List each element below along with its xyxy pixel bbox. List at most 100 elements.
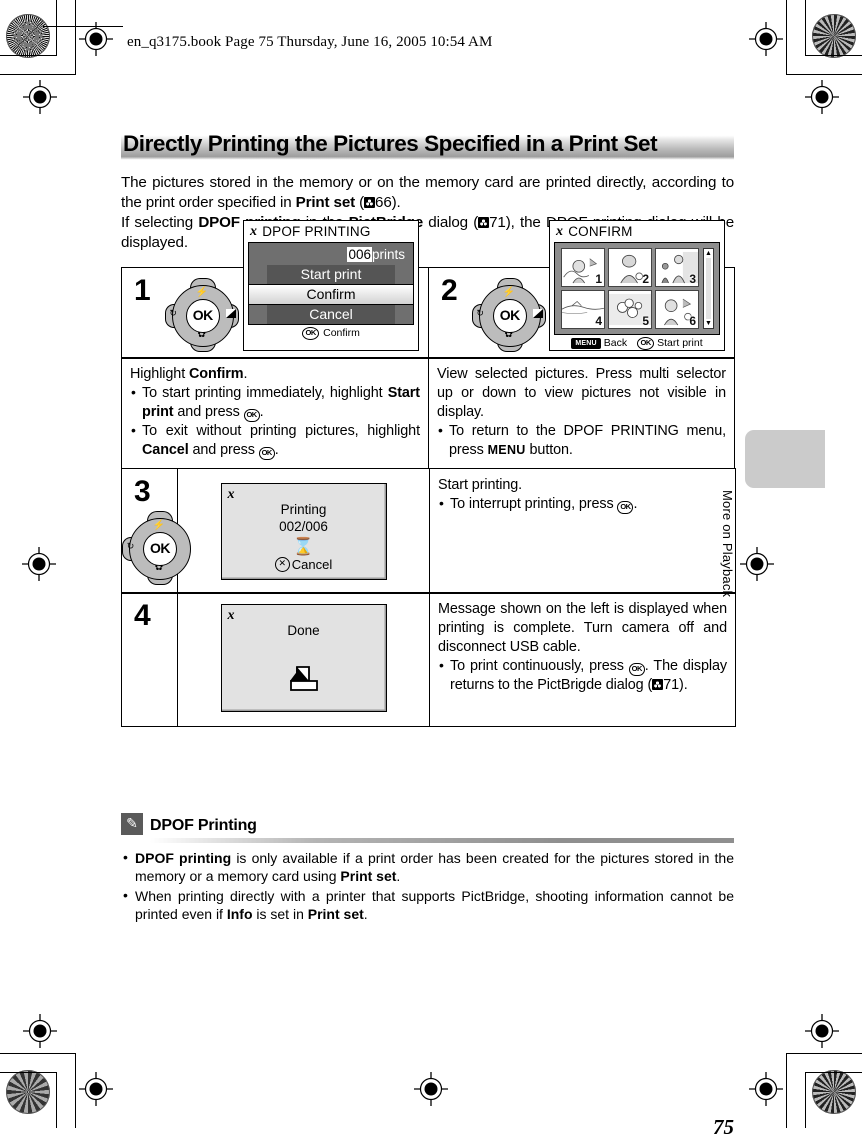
step-2-number: 2 <box>441 273 458 307</box>
dpof-menu-body: 006prints Start print Confirm Cancel <box>248 241 414 325</box>
step-1-desc-cell: Highlight Confirm. To start printing imm… <box>121 357 429 470</box>
playback-mode-icon: x <box>556 223 564 239</box>
intro-ref-1: 66 <box>375 193 392 211</box>
table-row: 3 ⚡ ✿ ↻ OK x Printing 002/006 ⌛ ✕ Cancel… <box>121 467 736 594</box>
dpof-footer-label: Confirm <box>323 327 360 340</box>
page-ref-icon <box>652 678 664 690</box>
bullet-text: . <box>633 495 638 512</box>
list-item: To interrupt printing, press OK. <box>438 494 727 514</box>
step-3-table: 3 ⚡ ✿ ↻ OK x Printing 002/006 ⌛ ✕ Cancel… <box>121 467 736 594</box>
note-title: DPOF Printing <box>150 816 257 834</box>
ok-button-icon: OK <box>243 409 260 423</box>
menu-item-cancel[interactable]: Cancel <box>267 304 395 324</box>
confirm-screen-title: CONFIRM <box>568 224 633 240</box>
bullet-text: . <box>259 404 264 421</box>
hourglass-icon: ⌛ <box>292 536 315 556</box>
step-3-bullets: To interrupt printing, press OK. <box>438 494 727 514</box>
printer-icon-art <box>289 666 318 691</box>
thumbnail-3[interactable]: 3 <box>655 247 699 287</box>
note-text: . <box>363 906 368 923</box>
thumbnail-number: 6 <box>689 313 696 328</box>
bullet-text: To interrupt printing, press <box>450 495 618 512</box>
menu-button-icon: MENU <box>487 443 526 458</box>
bullet-text: To print continuously, press <box>450 657 629 674</box>
intro-text-4: If selecting <box>121 213 199 231</box>
step-3-desc-cell: Start printing. To interrupt printing, p… <box>429 467 736 594</box>
flash-icon: ⚡ <box>502 286 515 298</box>
bullet-text: To exit without printing pictures, highl… <box>142 423 420 440</box>
step-2-dial-col: ⚡ ✿ ↻ OK <box>464 268 550 358</box>
thumbnail-grid-wrapper: 1 2 3 4 5 6 ▲ ▼ <box>554 241 720 335</box>
page-ref-icon <box>478 216 490 228</box>
dpof-screen-title: DPOF PRINTING <box>262 224 371 240</box>
confirm-footer-start-label: Start print <box>657 337 703 350</box>
prints-count-value: 006 <box>347 246 372 262</box>
step-2-bullets: To return to the DPOF PRINTING menu, pre… <box>437 421 726 460</box>
step-3-screen-wrap: x Printing 002/006 ⌛ ✕ Cancel <box>178 469 429 592</box>
scroll-down-arrow-icon[interactable]: ▼ <box>705 320 712 327</box>
step-4-number: 4 <box>134 598 151 632</box>
step-3-description: Start printing. To interrupt printing, p… <box>430 469 735 522</box>
multi-selector-dial[interactable]: ⚡ ✿ ↻ OK <box>471 277 546 352</box>
intro-text-1: The pictures stored in the memory or on … <box>121 173 734 211</box>
scrollbar[interactable]: ▲ ▼ <box>703 247 714 329</box>
scroll-up-arrow-icon[interactable]: ▲ <box>705 250 712 257</box>
note-text: . <box>396 868 401 885</box>
menu-item-start-print[interactable]: Start print <box>267 264 395 284</box>
exposure-compensation-icon <box>225 308 238 320</box>
thumbnail-2[interactable]: 2 <box>608 247 652 287</box>
step-4-screen-cell: x Done <box>177 591 430 727</box>
table-row: 4 x Done Message shown on the left is di… <box>121 591 736 727</box>
ok-button-icon: OK <box>258 447 275 461</box>
file-header-text: en_q3175.book Page 75 Thursday, June 16,… <box>127 34 493 50</box>
thumbnail-number: 1 <box>595 271 602 286</box>
note-text: is set in <box>252 906 308 923</box>
scrollbar-thumb[interactable] <box>706 257 711 319</box>
note-bold: Print set <box>340 868 397 885</box>
intro-text-2: ( <box>355 193 365 211</box>
done-message-block: Done <box>228 609 380 639</box>
dpof-printing-screen: x DPOF PRINTING 006prints Start print Co… <box>243 219 419 351</box>
step-4-bullets: To print continuously, press OK. The dis… <box>438 656 727 695</box>
list-item: To start printing immediately, highlight… <box>130 383 420 423</box>
menu-button-icon: MENU <box>571 337 601 349</box>
step-1-lead-c: . <box>243 366 248 383</box>
menu-item-confirm[interactable]: Confirm <box>249 283 413 305</box>
step-1-bullets: To start printing immediately, highlight… <box>130 383 420 461</box>
chapter-tab <box>745 430 825 488</box>
multi-selector-dial[interactable]: ⚡ ✿ ↻ OK <box>164 277 239 352</box>
page-title-text: Directly Printing the Pictures Specified… <box>123 131 658 156</box>
confirm-footer-back: MENU Back <box>571 337 627 349</box>
page-title: Directly Printing the Pictures Specified… <box>121 130 734 161</box>
pencil-icon: ✎ <box>121 812 143 835</box>
done-message: Done <box>287 622 320 638</box>
list-item: DPOF printing is only available if a pri… <box>121 848 734 886</box>
multi-selector-dial[interactable]: ⚡ ✿ ↻ OK <box>122 510 191 585</box>
bullet-text: and press <box>173 404 244 421</box>
dial-ok-button[interactable]: OK <box>185 298 220 333</box>
intro-text-3: ). <box>391 193 401 211</box>
dial-ok-button[interactable]: OK <box>143 531 177 566</box>
printing-cancel-row: ✕ Cancel <box>222 556 386 572</box>
printer-icon <box>222 665 386 695</box>
cancel-button-icon: ✕ <box>274 556 290 572</box>
thumbnail-5[interactable]: 5 <box>608 289 652 329</box>
flash-icon: ⚡ <box>195 286 208 298</box>
thumbnail-number: 4 <box>595 313 602 328</box>
list-item: To return to the DPOF PRINTING menu, pre… <box>437 421 726 460</box>
list-item: When printing directly with a printer th… <box>121 886 734 924</box>
step-1-lead: Highlight Confirm. <box>130 365 420 384</box>
thumbnail-1[interactable]: 1 <box>561 247 605 287</box>
step-1-lead-a: Highlight <box>130 366 189 383</box>
printing-progress-screen: x Printing 002/006 ⌛ ✕ Cancel <box>220 482 387 580</box>
header-rule <box>43 26 123 27</box>
bullet-bold: Cancel <box>142 442 189 459</box>
step-4-desc-cell: Message shown on the left is displayed w… <box>429 591 736 727</box>
step-3-number: 3 <box>134 474 151 508</box>
thumbnail-6[interactable]: 6 <box>655 289 699 329</box>
note-bullets: DPOF printing is only available if a pri… <box>121 848 734 924</box>
thumbnail-4[interactable]: 4 <box>561 289 605 329</box>
ok-button-icon: OK <box>628 662 645 676</box>
dial-ok-button[interactable]: OK <box>492 298 527 333</box>
confirm-screen-footer: MENU Back OK Start print <box>554 335 720 350</box>
